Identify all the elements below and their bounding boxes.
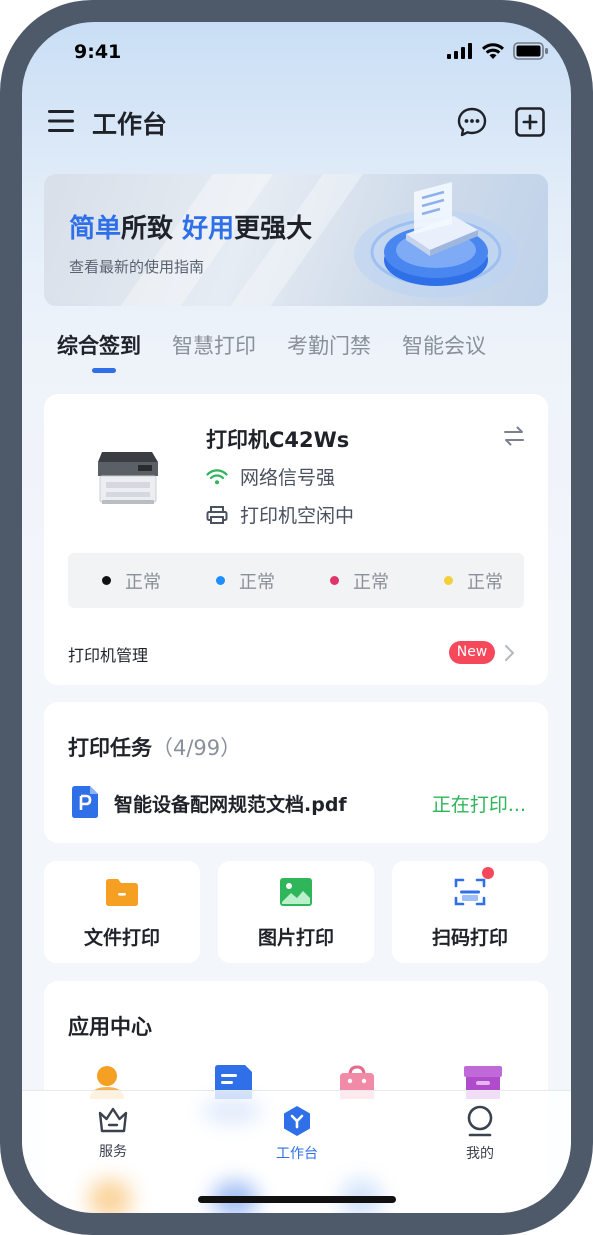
status-icons bbox=[447, 42, 549, 60]
ink-dot bbox=[444, 576, 453, 585]
ink-magenta: 正常 bbox=[330, 568, 410, 594]
status-time: 9:41 bbox=[74, 41, 122, 63]
tasks-count: （4/99） bbox=[152, 736, 242, 760]
signal-text: 网络信号强 bbox=[240, 467, 336, 489]
wifi-signal-icon bbox=[206, 468, 228, 484]
file-print-button[interactable]: 文件打印 bbox=[44, 861, 200, 963]
image-print-label: 图片打印 bbox=[257, 927, 334, 949]
print-file-name[interactable]: 智能设备配网规范文档.pdf bbox=[114, 790, 347, 817]
tab-check-in[interactable]: 综合签到 bbox=[57, 330, 141, 373]
tab-smart-print[interactable]: 智慧打印 bbox=[172, 330, 256, 360]
state-text: 打印机空闲中 bbox=[240, 505, 355, 527]
ink-dot bbox=[102, 576, 111, 585]
printer-name: 打印机C42Ws bbox=[206, 428, 350, 452]
printer-card: 打印机C42Ws 网络信号强 打印机空闲中 正常 正常 正常 正常 打印机管理 … bbox=[44, 394, 548, 685]
nav-workbench[interactable]: 工作台 bbox=[252, 1105, 342, 1163]
print-file-status: 正在打印... bbox=[431, 794, 526, 816]
nav-blur-decoration bbox=[88, 1179, 132, 1213]
ink-dot bbox=[216, 576, 225, 585]
printer-state: 打印机空闲中 bbox=[206, 501, 354, 528]
promo-banner[interactable]: 简单所致 好用更强大 查看最新的使用指南 bbox=[44, 174, 548, 306]
scan-print-label: 扫码打印 bbox=[431, 927, 508, 949]
notification-dot bbox=[482, 867, 494, 879]
page-title: 工作台 bbox=[92, 110, 168, 139]
profile-icon bbox=[467, 1105, 493, 1137]
image-print-button[interactable]: 图片打印 bbox=[218, 861, 374, 963]
file-print-label: 文件打印 bbox=[83, 927, 160, 949]
tab-attendance[interactable]: 考勤门禁 bbox=[287, 330, 371, 360]
printer-image bbox=[98, 452, 158, 504]
pdf-file-icon bbox=[72, 786, 98, 818]
ink-status-box: 正常 正常 正常 正常 bbox=[68, 553, 524, 608]
nav-service[interactable]: 服务 bbox=[68, 1105, 158, 1161]
new-badge: New bbox=[449, 641, 495, 664]
swap-icon[interactable] bbox=[502, 424, 526, 448]
bottom-navigation: 服务 工作台 我的 bbox=[22, 1090, 571, 1213]
tasks-title: 打印任务（4/99） bbox=[68, 736, 242, 760]
phone-screen: 9:41 工作台 简单所致 好用更强大 查看最新的使用指南 综合签到 智慧打印 … bbox=[22, 22, 571, 1213]
image-icon bbox=[280, 878, 312, 906]
chat-icon[interactable] bbox=[456, 106, 488, 138]
ink-black: 正常 bbox=[102, 568, 182, 594]
nav-workbench-label: 工作台 bbox=[276, 1146, 318, 1162]
battery-icon bbox=[513, 42, 548, 60]
ink-cyan: 正常 bbox=[216, 568, 296, 594]
nav-profile-label: 我的 bbox=[466, 1146, 494, 1162]
banner-illustration bbox=[354, 182, 518, 298]
scan-print-button[interactable]: 扫码打印 bbox=[392, 861, 548, 963]
folder-icon bbox=[106, 879, 138, 906]
cellular-signal-icon bbox=[447, 43, 472, 59]
chevron-right-icon[interactable] bbox=[503, 644, 515, 662]
print-tasks-card: 打印任务（4/99） 智能设备配网规范文档.pdf 正在打印... bbox=[44, 702, 548, 843]
crown-icon bbox=[98, 1107, 128, 1133]
printer-signal: 网络信号强 bbox=[206, 463, 335, 490]
ink-yellow: 正常 bbox=[444, 568, 524, 594]
menu-icon[interactable] bbox=[48, 109, 76, 133]
banner-subtitle: 查看最新的使用指南 bbox=[69, 258, 205, 276]
app-center-title: 应用中心 bbox=[68, 1015, 152, 1039]
category-tabs: 综合签到 智慧打印 考勤门禁 智能会议 bbox=[57, 330, 517, 373]
tab-meeting[interactable]: 智能会议 bbox=[402, 330, 486, 360]
nav-profile[interactable]: 我的 bbox=[435, 1105, 525, 1163]
nav-service-label: 服务 bbox=[99, 1144, 127, 1160]
printer-management-link[interactable]: 打印机管理 bbox=[68, 642, 148, 666]
workbench-icon bbox=[284, 1106, 310, 1136]
wifi-icon bbox=[482, 42, 504, 59]
device-frame: 9:41 工作台 简单所致 好用更强大 查看最新的使用指南 综合签到 智慧打印 … bbox=[0, 0, 593, 1235]
add-icon[interactable] bbox=[514, 106, 546, 138]
scan-icon bbox=[454, 878, 486, 906]
ink-dot bbox=[330, 576, 339, 585]
banner-title: 简单所致 好用更强大 bbox=[69, 214, 313, 244]
home-indicator[interactable] bbox=[198, 1196, 396, 1203]
printer-icon bbox=[206, 505, 228, 524]
